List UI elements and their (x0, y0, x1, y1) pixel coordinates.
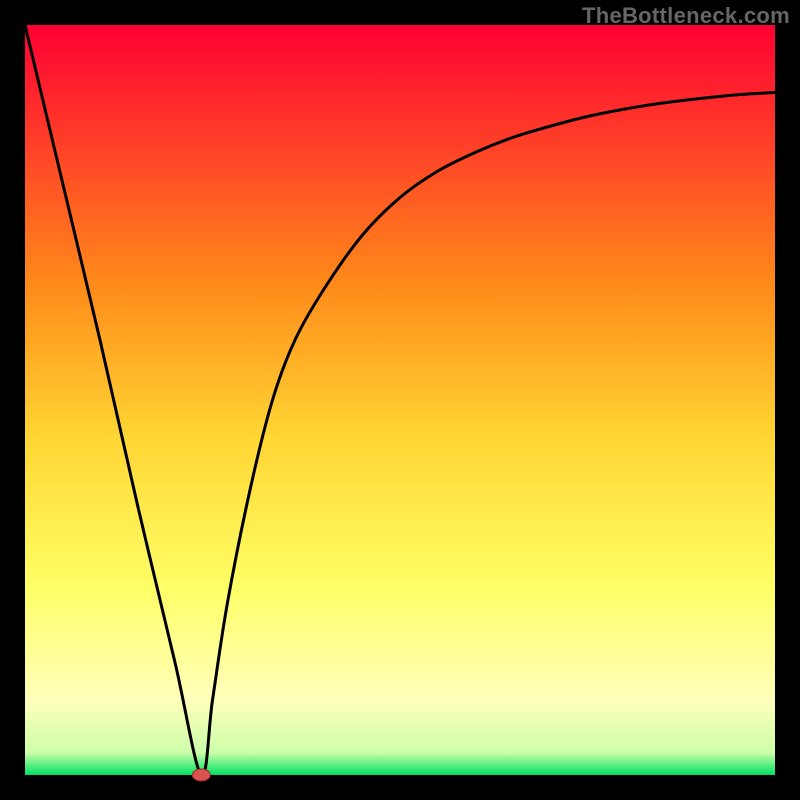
plot-area (25, 25, 775, 775)
optimal-point-marker (192, 769, 210, 781)
attribution-watermark: TheBottleneck.com (582, 3, 790, 29)
chart-container: TheBottleneck.com (0, 0, 800, 800)
bottleneck-chart (0, 0, 800, 800)
